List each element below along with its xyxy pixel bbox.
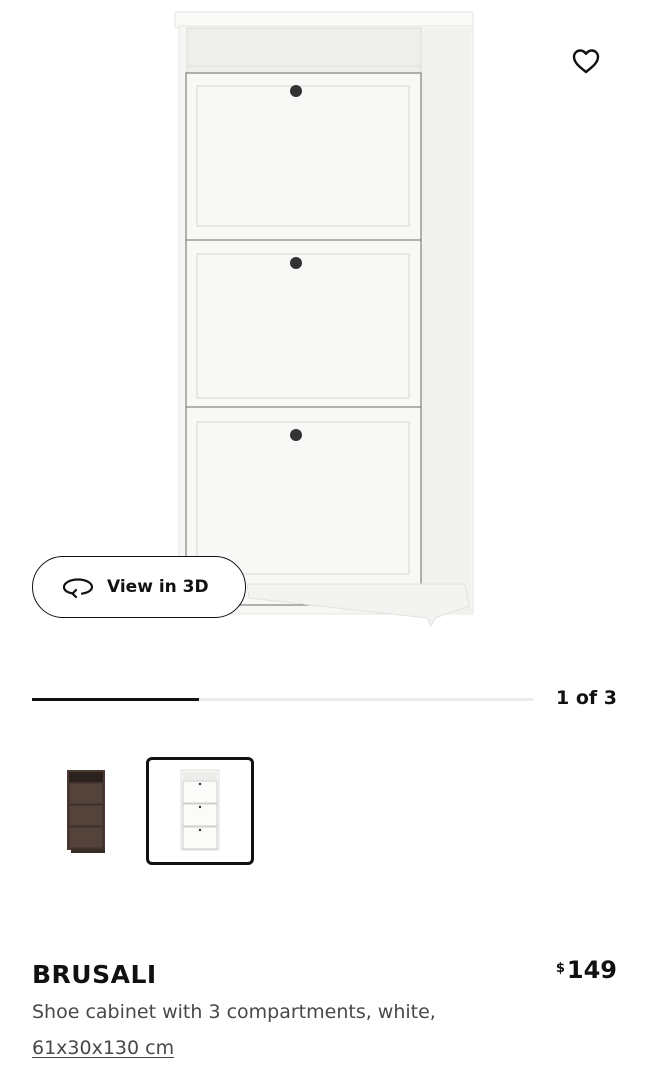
product-description: Shoe cabinet with 3 compartments, white,: [32, 1001, 436, 1023]
product-name: BRUSALI: [32, 960, 157, 989]
heart-outline-icon: [572, 49, 600, 74]
thumbnail-white[interactable]: [146, 757, 254, 865]
price-currency: $: [555, 961, 565, 976]
thumbnail-list: [32, 757, 254, 865]
favorite-button[interactable]: [566, 41, 606, 81]
rotate-3d-icon: [61, 576, 95, 598]
product-image: [174, 11, 474, 628]
product-price: $ 149: [556, 956, 617, 984]
view-in-3d-label: View in 3D: [107, 577, 209, 597]
gallery-progress-fill: [32, 698, 200, 701]
white-cabinet-thumbnail: [180, 769, 220, 851]
thumbnail-brown[interactable]: [32, 757, 140, 865]
product-image-gallery[interactable]: View in 3D: [0, 0, 648, 660]
view-in-3d-button[interactable]: View in 3D: [32, 556, 246, 618]
price-amount: 149: [566, 956, 617, 984]
brown-cabinet-thumbnail: [67, 770, 105, 853]
gallery-progress-bar: [32, 698, 534, 701]
gallery-counter: 1 of 3: [556, 687, 617, 709]
product-dimensions-link[interactable]: 61x30x130 cm: [32, 1037, 174, 1059]
